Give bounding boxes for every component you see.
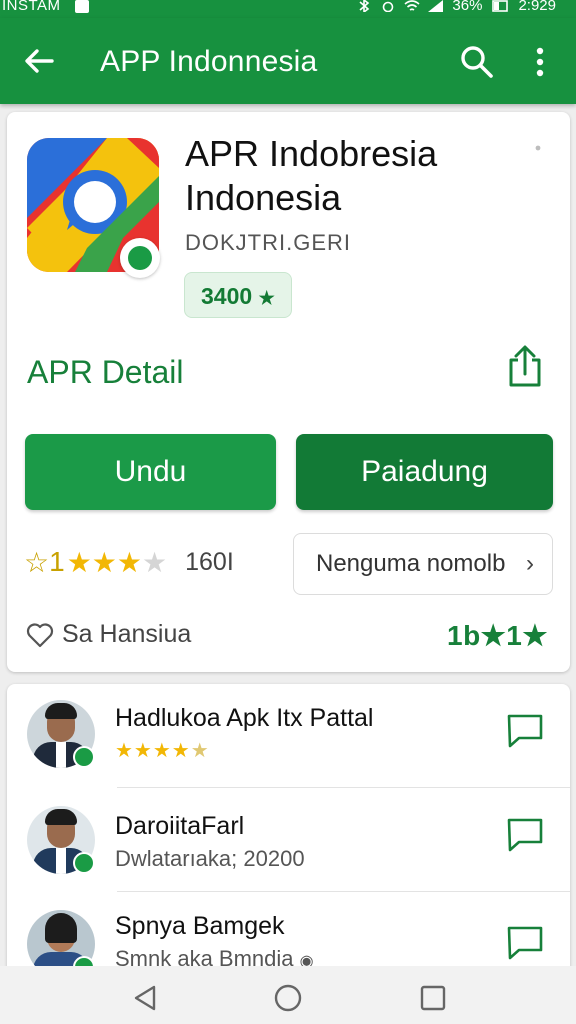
reply-icon[interactable]	[505, 924, 545, 962]
star-empty-icon: ★	[142, 546, 168, 578]
bluetooth-icon	[359, 0, 370, 12]
verified-badge-icon	[73, 852, 95, 874]
app-bar: APP Indonnesia	[0, 18, 576, 104]
search-icon[interactable]	[458, 43, 494, 79]
verified-badge-icon	[73, 746, 95, 768]
section-title: APR Detail	[27, 354, 184, 390]
reply-icon[interactable]	[505, 712, 545, 750]
nav-home-icon[interactable]	[273, 983, 303, 1013]
review-item[interactable]: DaroiitaFarl Dwlatarıaka; 20200	[7, 788, 570, 892]
back-arrow-icon[interactable]	[22, 44, 56, 78]
review-subtitle: Dwlatarıaka; 20200	[115, 846, 305, 871]
price-chip-value: 3400	[201, 283, 253, 309]
reply-icon[interactable]	[505, 816, 545, 854]
rating-lead: 1	[49, 546, 65, 577]
rating-summary: ☆ 1 ★ ★ ★ ★ 160I	[24, 544, 234, 580]
clock: 2:929	[518, 0, 556, 14]
alarm-icon	[383, 1, 394, 12]
signal-icon	[428, 0, 444, 12]
star-outline-icon: ☆	[24, 546, 50, 578]
developer-name[interactable]: DOKJTRI.GERI	[185, 230, 351, 256]
battery-icon	[492, 0, 509, 12]
review-item[interactable]: Hadlukoa Apk Itx Pattal ★★★★★	[7, 684, 570, 788]
app-detail-card: APR Indobresia Indonesia DOKJTRI.GERI 34…	[7, 112, 570, 672]
wishlist-row[interactable]: Sa Hansiua	[26, 620, 191, 649]
share-icon[interactable]	[505, 344, 545, 388]
install-button[interactable]: Undu	[25, 434, 276, 510]
carrier-label: INSTAM	[2, 0, 61, 14]
system-nav-bar	[0, 966, 576, 1024]
reviewer-name: DaroiitaFarl	[115, 812, 245, 840]
sim-icon	[75, 0, 90, 13]
wishlist-count: 1b★1★	[447, 620, 548, 651]
open-button[interactable]: Paiadung	[296, 434, 553, 510]
reviewer-name: Hadlukoa Apk Itx Pattal	[115, 704, 374, 732]
nav-recents-icon[interactable]	[418, 983, 448, 1013]
price-chip[interactable]: 3400 ★	[184, 272, 292, 318]
battery-percent: 36%	[452, 0, 483, 14]
reviews-list: Hadlukoa Apk Itx Pattal ★★★★★ DaroiitaFa…	[7, 684, 570, 984]
star-icon: ★	[66, 546, 92, 578]
star-icon: ★	[116, 546, 143, 578]
manage-button-label: Nenguma nomolb	[316, 550, 506, 577]
more-vert-icon[interactable]	[528, 44, 552, 80]
rating-count: 160I	[185, 547, 234, 576]
reviewer-name: Spnya Bamgek	[115, 912, 285, 940]
heart-icon[interactable]	[26, 622, 54, 648]
card-menu-icon[interactable]	[533, 140, 543, 160]
verified-badge-icon	[120, 238, 160, 278]
app-bar-title: APP Indonnesia	[100, 45, 318, 78]
app-name: APR Indobresia Indonesia	[185, 133, 438, 218]
price-chip-star-icon: ★	[258, 288, 275, 308]
star-icon: ★	[91, 546, 117, 578]
wishlist-label: Sa Hansiua	[62, 620, 192, 648]
manage-button[interactable]: Nenguma nomolb ›	[293, 533, 553, 595]
nav-back-icon[interactable]	[130, 983, 160, 1013]
status-bar: INSTAM 36% 2:929	[0, 0, 576, 18]
chevron-right-icon: ›	[526, 550, 534, 577]
wifi-icon	[404, 0, 420, 11]
review-stars: ★★★★★	[115, 740, 210, 762]
